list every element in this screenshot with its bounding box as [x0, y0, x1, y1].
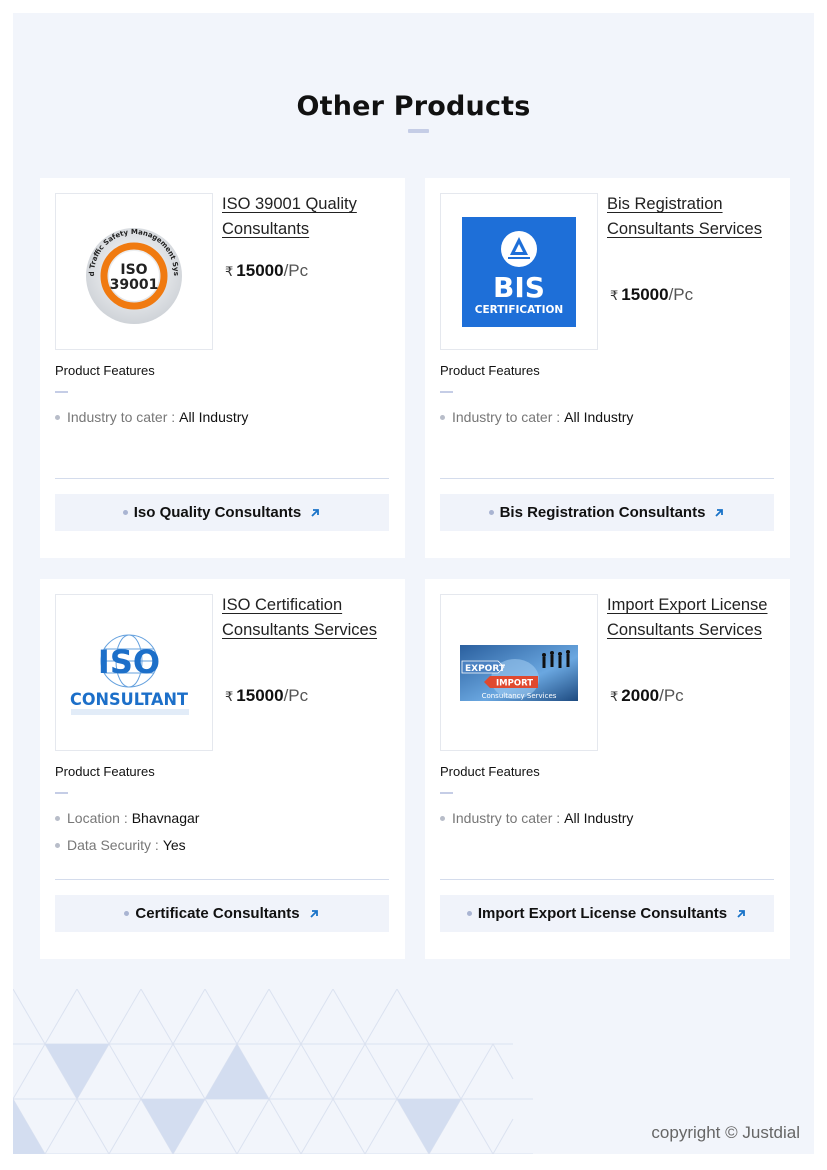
category-link-button[interactable]: Certificate Consultants — [55, 895, 389, 932]
category-link-button[interactable]: Bis Registration Consultants — [440, 494, 774, 531]
copyright-text: copyright © Justdial — [651, 1123, 800, 1142]
external-arrow-icon — [715, 508, 724, 517]
product-name-link[interactable]: ISO Certification Consultants Services — [222, 593, 392, 643]
category-link-button[interactable]: Import Export License Consultants — [440, 895, 774, 932]
bis-line1: BIS — [493, 271, 545, 304]
features-list: Industry to cater : All Industry — [440, 805, 633, 832]
features-list: Industry to cater : All Industry — [440, 404, 633, 431]
feature-item: Industry to cater : All Industry — [440, 404, 633, 431]
features-underline — [55, 391, 68, 393]
product-image[interactable]: EXPORT IMPORT Consultancy Services — [440, 594, 598, 751]
rupee-icon: ₹ — [225, 689, 234, 704]
consultant-text: CONSULTANT — [70, 690, 188, 710]
features-heading: Product Features — [440, 764, 540, 779]
bullet-icon — [440, 415, 445, 420]
product-card: BIS CERTIFICATION Bis Registration Consu… — [425, 178, 790, 558]
export-text: EXPORT — [465, 664, 506, 674]
product-price: ₹15000/Pc — [225, 261, 309, 280]
features-underline — [440, 792, 453, 794]
rupee-icon: ₹ — [225, 264, 234, 279]
product-card: EXPORT IMPORT Consultancy Services Impor… — [425, 579, 790, 959]
bullet-icon — [440, 816, 445, 821]
features-heading: Product Features — [55, 363, 155, 378]
feature-item: Industry to cater : All Industry — [55, 404, 248, 431]
title-underline — [408, 129, 429, 133]
bullet-icon — [466, 911, 472, 916]
features-heading: Product Features — [440, 363, 540, 378]
badge-line2: 39001 — [110, 277, 159, 293]
bullet-icon — [55, 816, 60, 821]
card-divider — [55, 478, 389, 479]
product-price: ₹2000/Pc — [610, 686, 684, 705]
bullet-icon — [124, 911, 130, 916]
bis-line2: CERTIFICATION — [475, 304, 563, 316]
section-title: Other Products — [296, 91, 531, 122]
feature-item: Location : Bhavnagar — [55, 805, 199, 832]
card-divider — [55, 879, 389, 880]
bullet-icon — [55, 415, 60, 420]
product-price: ₹15000/Pc — [225, 686, 309, 705]
bullet-icon — [122, 510, 128, 515]
product-name-link[interactable]: Bis Registration Consultants Services — [607, 192, 777, 242]
import-text: IMPORT — [496, 678, 533, 688]
features-heading: Product Features — [55, 764, 155, 779]
card-divider — [440, 478, 774, 479]
features-list: Location : Bhavnagar Data Security : Yes — [55, 805, 199, 859]
external-arrow-icon — [737, 909, 745, 918]
external-arrow-icon — [309, 909, 318, 918]
import-export-banner-icon: EXPORT IMPORT Consultancy Services — [460, 644, 578, 701]
product-card: ISO CONSULTANT ISO Certification Consult… — [40, 579, 405, 959]
card-divider — [440, 879, 774, 880]
bis-certification-logo-icon: BIS CERTIFICATION — [462, 216, 576, 327]
rupee-icon: ₹ — [610, 288, 619, 303]
product-name-link[interactable]: Import Export License Consultants Servic… — [607, 593, 777, 643]
product-price: ₹15000/Pc — [610, 285, 694, 304]
feature-item: Data Security : Yes — [55, 832, 199, 859]
category-link-button[interactable]: Iso Quality Consultants — [55, 494, 389, 531]
product-image[interactable]: Road Traffic Safety Management System IS… — [55, 193, 213, 350]
iso-39001-badge-icon: Road Traffic Safety Management System IS… — [74, 212, 182, 324]
product-image[interactable]: ISO CONSULTANT — [55, 594, 213, 751]
bullet-icon — [55, 843, 60, 848]
external-arrow-icon — [311, 508, 320, 517]
product-card: Road Traffic Safety Management System IS… — [40, 178, 405, 558]
rupee-icon: ₹ — [610, 689, 619, 704]
badge-line1: ISO — [120, 262, 147, 278]
features-underline — [440, 391, 453, 393]
product-image[interactable]: BIS CERTIFICATION — [440, 193, 598, 350]
feature-item: Industry to cater : All Industry — [440, 805, 633, 832]
iso-consultant-logo-icon: ISO CONSULTANT — [70, 634, 189, 715]
product-page: Other Products Road Traffic Safety Manag… — [13, 13, 814, 1154]
product-name-link[interactable]: ISO 39001 Quality Consultants — [222, 192, 392, 242]
features-underline — [55, 792, 68, 794]
consultancy-caption: Consultancy Services — [482, 692, 557, 700]
features-list: Industry to cater : All Industry — [55, 404, 248, 431]
triangle-pattern-decoration — [13, 989, 533, 1154]
iso-text: ISO — [98, 643, 160, 681]
bullet-icon — [488, 510, 494, 515]
